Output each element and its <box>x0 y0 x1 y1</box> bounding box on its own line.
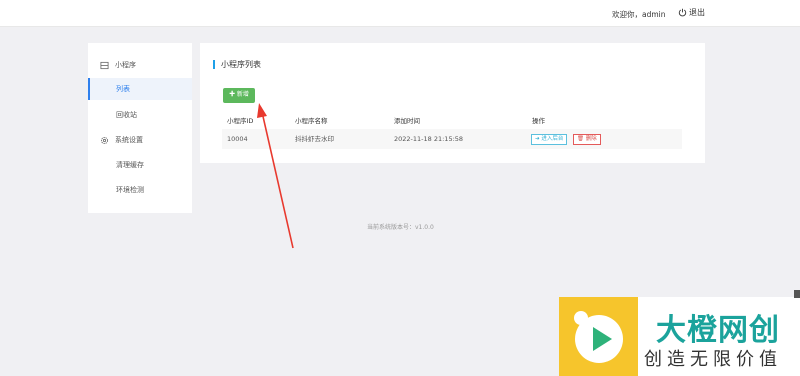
scroll-handle[interactable] <box>794 290 800 298</box>
watermark-name: 大橙网创 <box>656 313 780 348</box>
watermark-slogan: 创造无限价值 <box>644 349 782 370</box>
watermark-logo <box>559 297 638 376</box>
watermark: 大橙网创 创造无限价值 <box>559 297 800 376</box>
